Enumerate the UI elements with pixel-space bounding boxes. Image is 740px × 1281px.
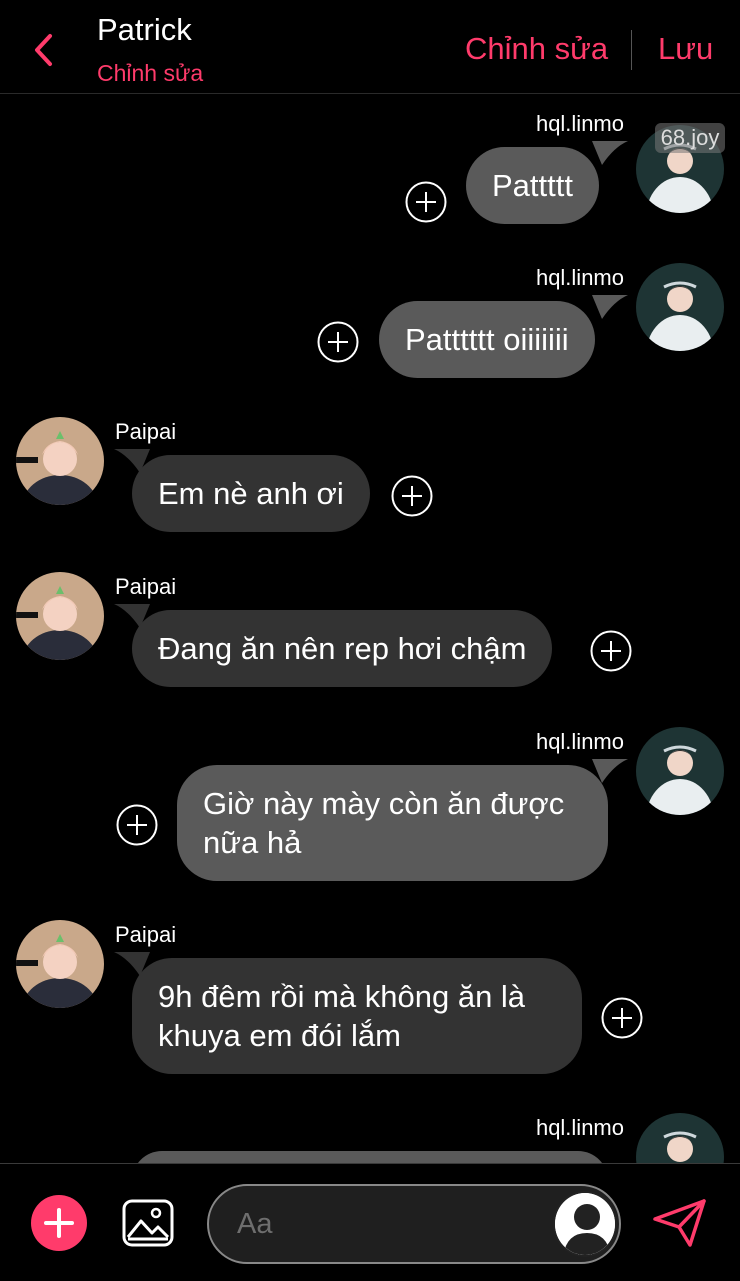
header: Patrick Chỉnh sửa Chỉnh sửa Lưu [0,0,740,94]
plus-circle-icon[interactable] [116,804,158,846]
user-silhouette-icon [555,1193,615,1255]
sender-name: Paipai [115,574,177,599]
message-input-box[interactable] [207,1184,621,1264]
sender-name: hql.linmo [535,111,624,136]
message-input[interactable] [237,1204,537,1244]
bubble-tail [592,141,628,165]
sender-name: hql.linmo [535,729,624,754]
plus-circle-icon[interactable] [391,475,433,517]
message-row: hql.linmo Giờ này mày còn ăn được nữa hả [0,727,740,887]
message-row: Paipai Em nè anh ơi [0,417,740,537]
add-button[interactable] [31,1195,87,1251]
plus-circle-icon[interactable] [405,181,447,223]
chat-area[interactable]: hql.linmo 68.joy Pattttt hql.linmo Pattt… [0,95,740,1163]
avatar[interactable] [16,572,104,660]
avatar[interactable] [16,920,104,1008]
avatar[interactable] [16,417,104,505]
header-divider [631,30,632,70]
message-bubble[interactable]: 9h đêm rồi mà không ăn là khuya em đói l… [132,958,582,1074]
avatar[interactable] [636,263,724,351]
sender-avatar-toggle[interactable] [553,1191,617,1257]
plus-icon [44,1208,74,1238]
message-row: hql.linmo 68.joy Pattttt [0,109,740,229]
message-bubble[interactable] [132,1151,608,1163]
message-bubble[interactable]: Đang ăn nên rep hơi chậm [132,610,553,687]
page-title: Patrick [97,12,192,47]
avatar[interactable] [636,727,724,815]
bubble-tail [592,295,628,319]
composer-bar [0,1163,740,1281]
message-bubble[interactable]: Patttttt oiiiiiii [379,301,595,378]
plus-circle-icon[interactable] [317,321,359,363]
plus-circle-icon[interactable] [601,997,643,1039]
paper-plane-icon [653,1199,706,1247]
message-row: Paipai 9h đêm rồi mà không ăn là khuya e… [0,920,740,1080]
message-row: hql.linmo [0,1113,740,1163]
message-row: Paipai Đang ăn nên rep hơi chậm [0,572,740,692]
message-bubble[interactable]: Pattttt [466,147,599,224]
avatar[interactable] [636,1113,724,1163]
chat-editor-screen: Patrick Chỉnh sửa Chỉnh sửa Lưu hql.linm… [0,0,740,1281]
message-bubble[interactable]: Giờ này mày còn ăn được nữa hả [177,765,608,881]
image-icon [122,1199,174,1247]
sender-name: hql.linmo [535,1115,624,1140]
sender-name: Paipai [115,419,177,444]
watermark: 68.joy [655,123,725,153]
save-button[interactable]: Lưu [658,31,713,67]
send-button[interactable] [652,1197,708,1249]
page-subtitle[interactable]: Chỉnh sửa [97,60,203,87]
back-button[interactable] [26,30,62,70]
sender-name: Paipai [115,922,177,947]
sender-name: hql.linmo [535,265,624,290]
message-bubble[interactable]: Em nè anh ơi [132,455,370,532]
plus-circle-icon[interactable] [590,630,632,672]
gallery-button[interactable] [122,1199,174,1247]
edit-button[interactable]: Chỉnh sửa [465,31,608,67]
message-row: hql.linmo Patttttt oiiiiiii [0,263,740,383]
chevron-left-icon [35,34,52,66]
